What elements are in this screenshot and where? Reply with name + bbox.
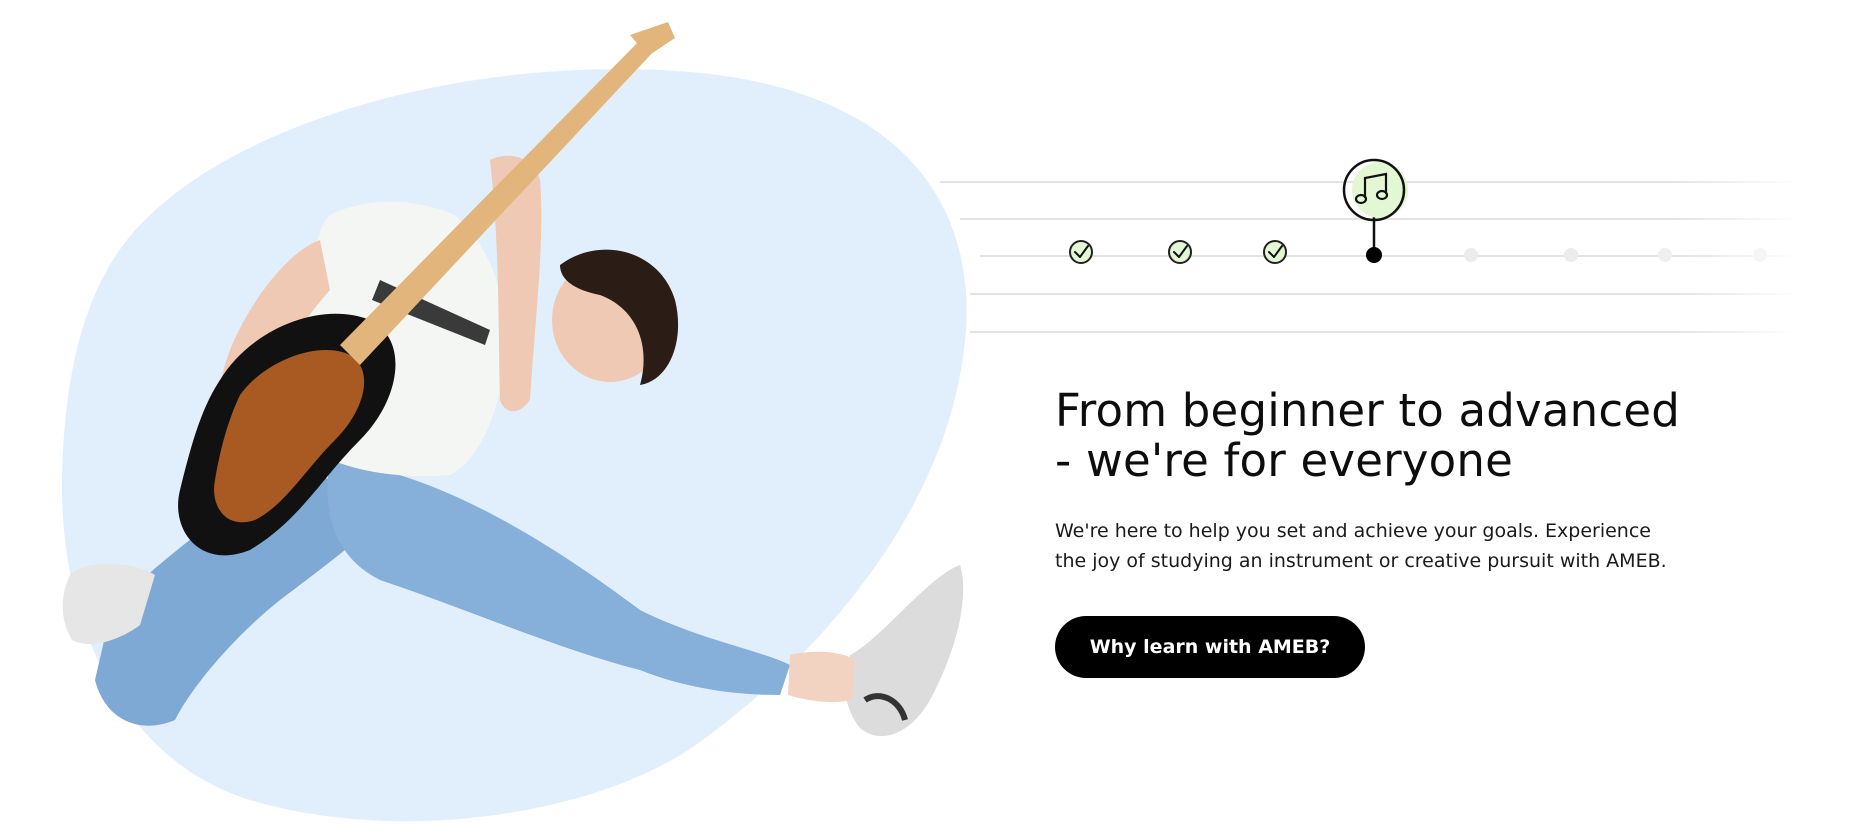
step-pending-5	[1464, 248, 1478, 262]
why-learn-button[interactable]: Why learn with AMEB?	[1055, 616, 1365, 678]
hero-illustration	[61, 22, 967, 822]
step-completed-2	[1168, 240, 1192, 264]
page: From beginner to advanced - we're for ev…	[0, 0, 1853, 836]
step-pending-7	[1658, 248, 1672, 262]
step-current	[1342, 158, 1408, 263]
description-line-2: the joy of studying an instrument or cre…	[1055, 550, 1667, 572]
step-completed-3	[1263, 240, 1287, 264]
progress-staff	[940, 158, 1800, 333]
step-completed-1	[1069, 240, 1093, 264]
step-pending-6	[1564, 248, 1578, 262]
step-pending-8	[1753, 248, 1767, 262]
hero-headline: From beginner to advanced - we're for ev…	[1055, 386, 1695, 486]
headline-line-1: From beginner to advanced	[1055, 384, 1680, 437]
headline-line-2: - we're for everyone	[1055, 434, 1513, 487]
description-line-1: We're here to help you set and achieve y…	[1055, 520, 1651, 542]
hero-content: From beginner to advanced - we're for ev…	[1055, 386, 1695, 678]
hero-description: We're here to help you set and achieve y…	[1055, 516, 1667, 576]
